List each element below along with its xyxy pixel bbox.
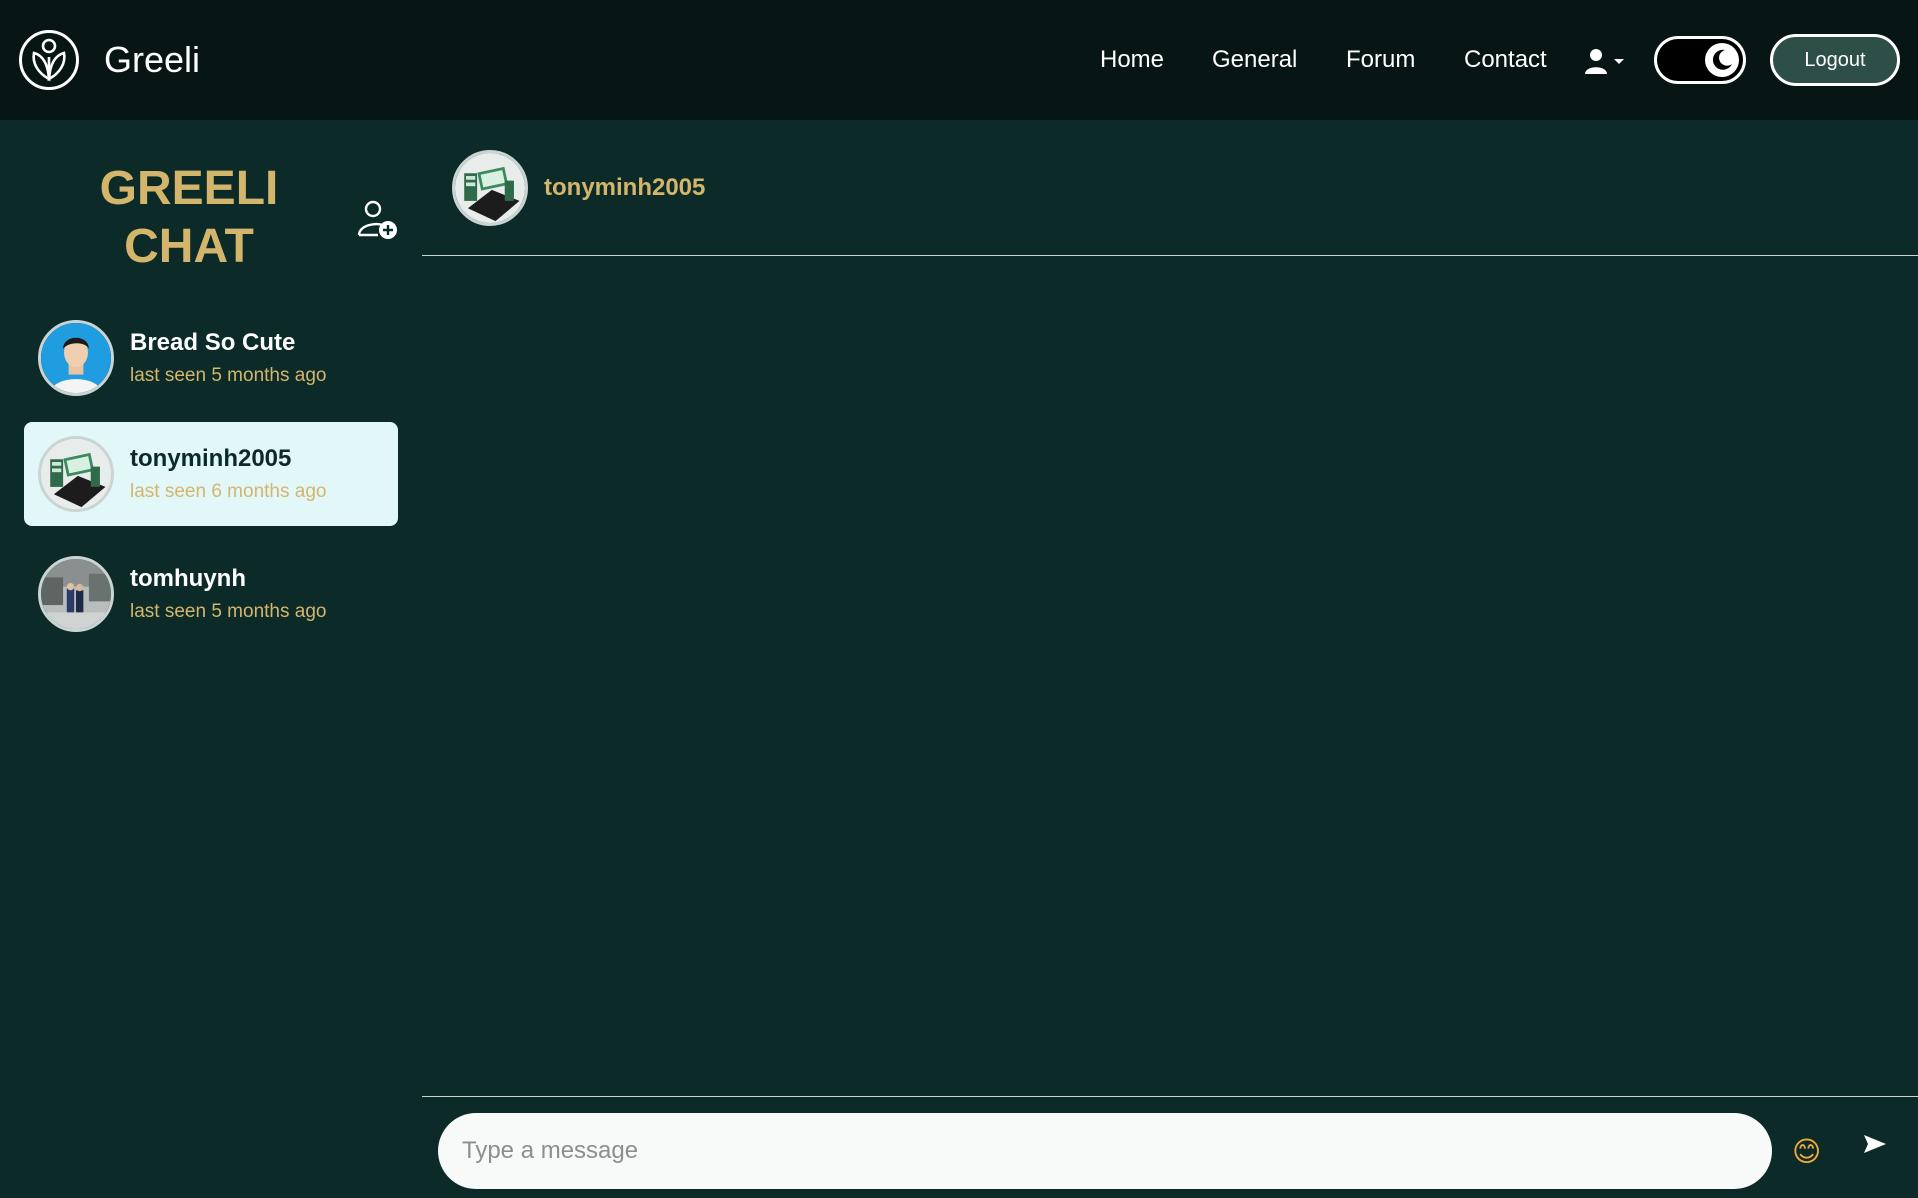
avatar: [38, 320, 114, 396]
toggle-knob: [1705, 43, 1739, 77]
nav-links: Home General Forum Contact Logout: [0, 0, 1918, 120]
chat-sidebar: GREELI CHAT Bread So Cute last seen 5 mo…: [0, 120, 420, 1198]
top-navbar: Greeli Home General Forum Contact Logout: [0, 0, 1918, 120]
message-list[interactable]: [422, 256, 1918, 1096]
contact-text: Bread So Cute last seen 5 months ago: [130, 329, 326, 387]
message-input[interactable]: [438, 1113, 1772, 1189]
avatar: [38, 556, 114, 632]
contact-item[interactable]: Bread So Cute last seen 5 months ago: [24, 306, 398, 410]
add-user-icon: [357, 200, 397, 239]
contact-status: last seen 6 months ago: [130, 481, 327, 502]
nav-forum-link[interactable]: Forum: [1346, 46, 1415, 74]
user-menu-dropdown[interactable]: [1584, 46, 1628, 76]
logout-button[interactable]: Logout: [1770, 34, 1900, 86]
moon-icon: [1712, 49, 1732, 70]
send-icon: [1864, 1135, 1886, 1153]
chat-header: tonyminh2005: [422, 120, 1918, 256]
caret-down-icon: [1614, 59, 1624, 64]
contact-name: tonyminh2005: [130, 445, 292, 472]
theme-toggle[interactable]: [1654, 36, 1746, 84]
contact-item[interactable]: tomhuynh last seen 5 months ago: [24, 542, 398, 646]
contact-text: tomhuynh last seen 5 months ago: [130, 565, 326, 623]
sidebar-title-line1: GREELI: [99, 162, 279, 215]
nav-home-link[interactable]: Home: [1100, 46, 1164, 74]
nav-contact-link[interactable]: Contact: [1464, 46, 1547, 74]
message-composer: 😊: [422, 1096, 1918, 1198]
user-icon: [1585, 49, 1607, 74]
chat-partner-name: tonyminh2005: [544, 173, 706, 201]
contact-status: last seen 5 months ago: [130, 601, 327, 622]
contact-name: tomhuynh: [130, 565, 246, 592]
sidebar-title: GREELI CHAT: [80, 160, 298, 276]
contact-name: Bread So Cute: [130, 329, 296, 356]
nav-general-link[interactable]: General: [1212, 46, 1297, 74]
contact-status: last seen 5 months ago: [130, 365, 327, 386]
avatar: [38, 436, 114, 512]
contact-text: tonyminh2005 last seen 6 months ago: [130, 445, 326, 503]
emoji-icon[interactable]: 😊: [1792, 1135, 1821, 1168]
sidebar-title-line2: CHAT: [124, 220, 254, 273]
add-user-button[interactable]: [356, 198, 400, 242]
chat-partner-avatar: [452, 149, 528, 226]
contact-item-active[interactable]: tonyminh2005 last seen 6 months ago: [24, 422, 398, 526]
send-button[interactable]: [1862, 1133, 1888, 1160]
